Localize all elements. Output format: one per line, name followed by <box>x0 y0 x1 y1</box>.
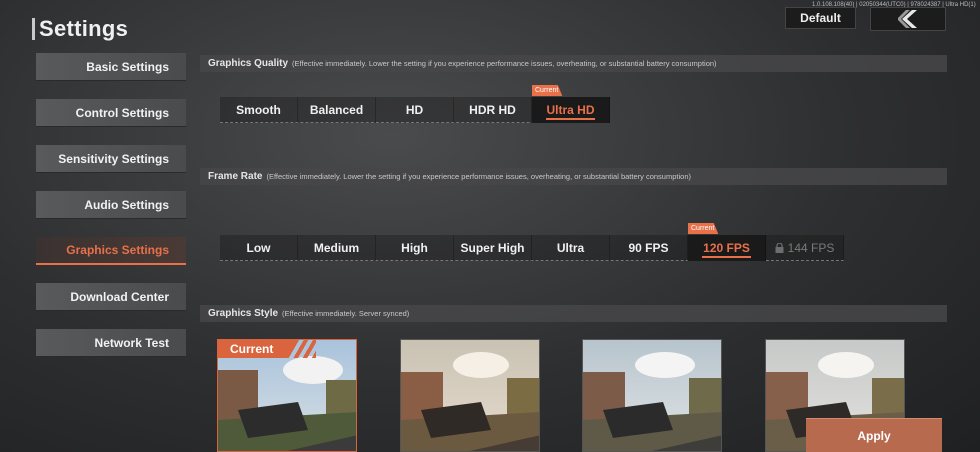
graphics-quality-options: Smooth Balanced HD HDR HD Current Ultra … <box>220 85 610 123</box>
frame-rate-option-90-fps[interactable]: 90 FPS <box>610 235 688 261</box>
frame-rate-option-low[interactable]: Low <box>220 235 298 261</box>
chevron-left-icon <box>898 10 917 28</box>
graphics-style-header: Graphics Style (Effective immediately. S… <box>200 305 947 322</box>
current-tag: Current <box>218 340 296 358</box>
selected-underline <box>546 118 595 120</box>
sidebar-item-network-test[interactable]: Network Test <box>36 329 186 357</box>
graphics-style-thumbnail-2[interactable] <box>400 339 540 452</box>
frame-rate-options: Low Medium High Super High Ultra 90 FPS … <box>220 223 844 261</box>
frame-rate-title: Frame Rate <box>208 171 263 182</box>
sidebar-item-label: Graphics Settings <box>66 243 169 257</box>
option-label: High <box>401 241 428 255</box>
sidebar-item-label: Sensitivity Settings <box>58 151 169 166</box>
graphics-quality-option-hdr-hd[interactable]: HDR HD <box>454 97 532 123</box>
settings-sidebar: Basic Settings Control Settings Sensitiv… <box>36 53 186 375</box>
frame-rate-header: Frame Rate (Effective immediately. Lower… <box>200 168 947 185</box>
frame-rate-option-high[interactable]: High <box>376 235 454 261</box>
sidebar-item-audio-settings[interactable]: Audio Settings <box>36 191 186 219</box>
option-label: Ultra <box>556 241 585 255</box>
frame-rate-option-medium[interactable]: Medium <box>298 235 376 261</box>
option-label: HD <box>405 103 424 117</box>
sidebar-item-label: Basic Settings <box>86 59 169 74</box>
current-badge: Current <box>532 85 563 96</box>
graphics-quality-note: (Effective immediately. Lower the settin… <box>292 59 717 68</box>
option-label: Ultra HD <box>546 103 595 117</box>
back-button[interactable] <box>870 7 946 31</box>
style-preview-image <box>583 340 721 451</box>
lock-icon <box>775 243 784 253</box>
option-label: 144 FPS <box>787 241 835 255</box>
frame-rate-option-120-fps[interactable]: Current 120 FPS <box>688 223 766 261</box>
sidebar-item-sensitivity-settings[interactable]: Sensitivity Settings <box>36 145 186 173</box>
frame-rate-note: (Effective immediately. Lower the settin… <box>266 172 691 181</box>
apply-button[interactable]: Apply <box>806 418 942 452</box>
frame-rate-option-ultra[interactable]: Ultra <box>532 235 610 261</box>
graphics-style-note: (Effective immediately. Server synced) <box>282 309 410 318</box>
sidebar-item-label: Audio Settings <box>84 197 169 212</box>
title-bar-divider <box>32 18 35 40</box>
graphics-quality-option-balanced[interactable]: Balanced <box>298 97 376 123</box>
sidebar-item-basic-settings[interactable]: Basic Settings <box>36 53 186 81</box>
sidebar-item-label: Network Test <box>94 335 169 350</box>
graphics-quality-option-hd[interactable]: HD <box>376 97 454 123</box>
page-title-text: Settings <box>39 16 129 41</box>
sidebar-item-download-center[interactable]: Download Center <box>36 283 186 311</box>
graphics-quality-option-smooth[interactable]: Smooth <box>220 97 298 123</box>
style-preview-image <box>401 340 539 451</box>
graphics-style-thumbnail-3[interactable] <box>582 339 722 452</box>
default-button[interactable]: Default <box>785 7 856 29</box>
graphics-quality-title: Graphics Quality <box>208 58 289 69</box>
option-label: Low <box>246 241 271 255</box>
option-label: Smooth <box>236 103 281 117</box>
sidebar-item-control-settings[interactable]: Control Settings <box>36 99 186 127</box>
option-label: Super High <box>460 241 525 255</box>
option-label: 120 FPS <box>703 241 750 255</box>
option-label: HDR HD <box>469 103 516 117</box>
graphics-quality-option-ultra-hd[interactable]: Current Ultra HD <box>532 85 610 123</box>
graphics-style-thumbnail-1[interactable]: Current <box>217 339 357 452</box>
graphics-style-title: Graphics Style <box>208 308 279 319</box>
option-label: 90 FPS <box>628 241 669 255</box>
sidebar-item-label: Download Center <box>70 289 169 304</box>
sidebar-item-label: Control Settings <box>75 105 169 120</box>
graphics-quality-header: Graphics Quality (Effective immediately.… <box>200 55 947 72</box>
selected-underline <box>702 256 751 258</box>
sidebar-item-graphics-settings[interactable]: Graphics Settings <box>36 237 186 265</box>
page-title: Settings <box>32 16 128 42</box>
option-label: Balanced <box>309 103 364 117</box>
option-label: Medium <box>313 241 360 255</box>
current-badge: Current <box>688 223 719 234</box>
frame-rate-option-super-high[interactable]: Super High <box>454 235 532 261</box>
frame-rate-option-144-fps[interactable]: 144 FPS <box>766 235 844 261</box>
